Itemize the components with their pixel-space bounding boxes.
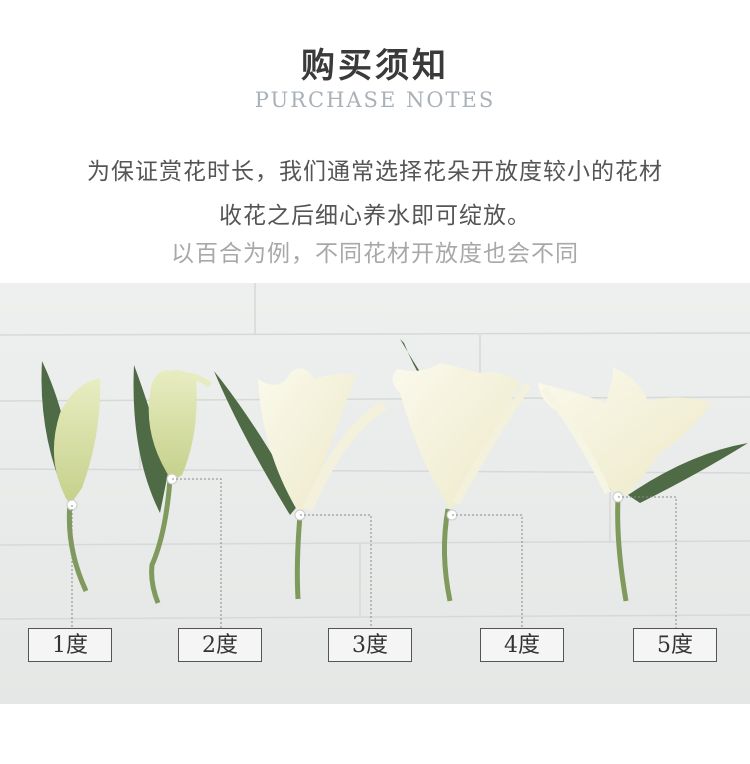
note-line-2: 收花之后细心养水即可绽放。 bbox=[219, 203, 531, 229]
stage-label-2: 2度 bbox=[178, 628, 262, 662]
stage-label-3: 3度 bbox=[328, 628, 412, 662]
note-line-1: 为保证赏花时长，我们通常选择花朵开放度较小的花材 bbox=[87, 159, 663, 185]
stage-label-1: 1度 bbox=[28, 628, 112, 662]
note-line-3: 以百合为例，不同花材开放度也会不同 bbox=[171, 241, 579, 267]
stage-label-4: 4度 bbox=[480, 628, 564, 662]
page-title: 购买须知 bbox=[301, 46, 449, 86]
stage-label-5: 5度 bbox=[633, 628, 717, 662]
page-subtitle: PURCHASE NOTES bbox=[254, 88, 496, 112]
